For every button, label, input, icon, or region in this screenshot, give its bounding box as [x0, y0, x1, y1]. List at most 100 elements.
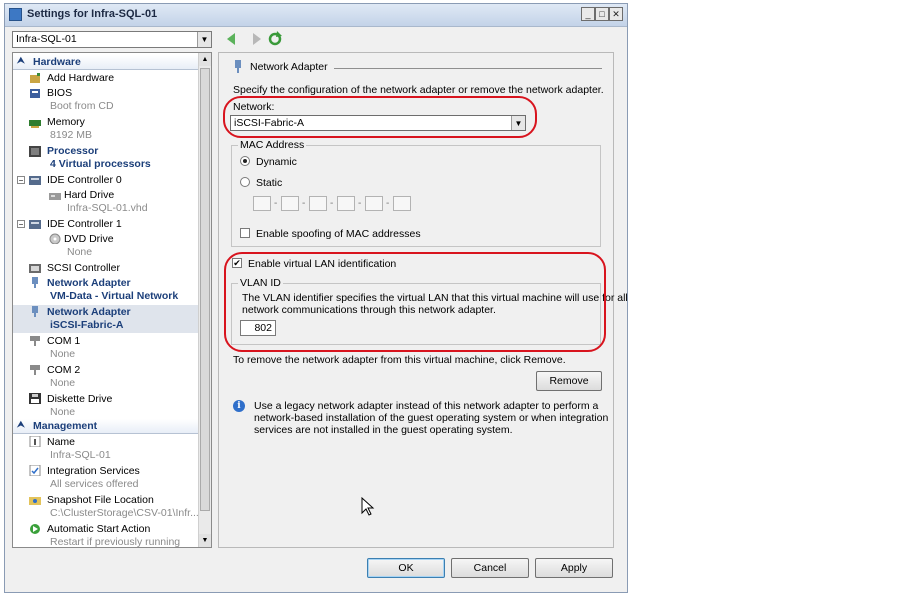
tree-item-ide-controller-1[interactable]: − IDE Controller 1	[13, 217, 199, 231]
title-bar: Settings for Infra-SQL-01 _ □ ✕	[5, 4, 627, 27]
tree-item-label: Integration Services	[47, 465, 140, 477]
tree-scrollbar[interactable]: ▲ ▼	[198, 53, 211, 547]
tree-item-label: Automatic Start Action	[47, 523, 151, 535]
scroll-up-icon[interactable]: ▲	[199, 53, 211, 66]
tree-item-label: Name	[47, 436, 76, 448]
tree-item-processor[interactable]: Processor 4 Virtual processors	[13, 144, 199, 172]
tree-item-diskette-drive[interactable]: Diskette Drive None	[13, 392, 199, 420]
vm-selector-dropdown[interactable]: Infra-SQL-01 ▼	[12, 31, 212, 48]
tree-item-network-adapter-1[interactable]: Network Adapter VM-Data - Virtual Networ…	[13, 276, 199, 304]
ok-button[interactable]: OK	[367, 558, 445, 578]
tree-item-detail: C:\ClusterStorage\CSV-01\Infr...	[50, 507, 199, 519]
forward-arrow-icon[interactable]	[253, 33, 261, 45]
tree-item-detail: Infra-SQL-01.vhd	[67, 202, 148, 214]
legacy-note-line-3: services are not installed in the guest …	[254, 424, 513, 436]
settings-tree[interactable]: ⮝ Hardware Add Hardware BIOS Boot from C…	[12, 52, 212, 548]
apply-button[interactable]: Apply	[535, 558, 613, 578]
tree-item-dvd-drive[interactable]: DVD Drive None	[13, 232, 199, 260]
mac-static-label: Static	[256, 177, 283, 189]
mac-octet-3	[309, 196, 327, 211]
tree-item-detail: None	[50, 348, 76, 360]
mac-octet-6	[393, 196, 411, 211]
tree-item-name[interactable]: Name Infra-SQL-01	[13, 435, 199, 463]
collapse-icon[interactable]: −	[17, 176, 25, 185]
ide-controller-icon	[29, 220, 41, 229]
network-adapter-icon	[235, 60, 241, 73]
tree-item-label: IDE Controller 0	[47, 174, 122, 186]
tree-item-detail: 4 Virtual processors	[50, 158, 151, 170]
tree-item-hard-drive[interactable]: Hard Drive Infra-SQL-01.vhd	[13, 188, 199, 216]
category-management[interactable]: ⮝ Management	[13, 419, 199, 434]
tree-item-label: IDE Controller 1	[47, 218, 122, 230]
tree-item-label: Hard Drive	[64, 189, 115, 201]
tree-item-label: Processor	[47, 145, 99, 157]
maximize-button[interactable]: □	[595, 7, 609, 21]
scsi-controller-icon	[29, 264, 41, 273]
mac-separator: -	[274, 198, 278, 209]
collapse-icon[interactable]: −	[17, 220, 25, 229]
collapse-icon[interactable]: ⮝	[17, 419, 25, 430]
start-action-icon	[30, 524, 40, 534]
category-hardware[interactable]: ⮝ Hardware	[13, 55, 199, 70]
bios-icon	[30, 89, 40, 98]
tree-item-com-2[interactable]: COM 2 None	[13, 363, 199, 391]
tree-item-label: BIOS	[47, 87, 73, 99]
tree-item-label: Add Hardware	[47, 72, 115, 84]
tree-item-detail: 8192 MB	[50, 129, 93, 141]
settings-app-icon	[9, 8, 22, 21]
tree-item-bios[interactable]: BIOS Boot from CD	[13, 86, 199, 114]
tree-item-automatic-start-action[interactable]: Automatic Start Action Restart if previo…	[13, 522, 199, 547]
mac-octet-1	[253, 196, 271, 211]
legacy-note-line-1: Use a legacy network adapter instead of …	[254, 400, 599, 412]
close-button[interactable]: ✕	[609, 7, 623, 21]
tree-item-ide-controller-0[interactable]: − IDE Controller 0	[13, 173, 199, 187]
processor-icon	[29, 146, 41, 157]
mac-static-radio[interactable]	[240, 177, 250, 187]
tree-item-add-hardware[interactable]: Add Hardware	[13, 71, 199, 85]
tree-item-label: Network Adapter	[47, 277, 131, 289]
scrollbar-thumb[interactable]	[200, 68, 210, 511]
category-management-label: Management	[33, 420, 98, 432]
category-hardware-label: Hardware	[33, 56, 81, 68]
tree-item-detail: Infra-SQL-01	[50, 449, 111, 461]
memory-icon	[29, 120, 41, 128]
vm-selector-value: Infra-SQL-01	[16, 33, 77, 45]
tree-item-label: DVD Drive	[64, 233, 114, 245]
tree-item-integration-services[interactable]: Integration Services All services offere…	[13, 464, 199, 492]
com-port-icon	[30, 336, 40, 346]
tree-item-detail: Boot from CD	[50, 100, 114, 112]
mac-separator: -	[302, 198, 306, 209]
mac-dynamic-radio[interactable]	[240, 156, 250, 166]
chevron-down-icon[interactable]: ▼	[197, 32, 211, 47]
info-icon: i	[233, 400, 245, 412]
cancel-button[interactable]: Cancel	[451, 558, 529, 578]
mac-spoofing-label: Enable spoofing of MAC addresses	[256, 228, 421, 240]
back-arrow-icon[interactable]	[227, 33, 235, 45]
tree-item-detail: All services offered	[50, 478, 139, 490]
refresh-icon[interactable]	[268, 31, 282, 46]
tree-item-com-1[interactable]: COM 1 None	[13, 334, 199, 362]
tree-item-label: Snapshot File Location	[47, 494, 154, 506]
window-title: Settings for Infra-SQL-01	[27, 8, 158, 20]
tree-item-snapshot-file-location[interactable]: Snapshot File Location C:\ClusterStorage…	[13, 493, 199, 521]
integration-services-icon	[29, 465, 41, 476]
dvd-drive-icon	[49, 233, 61, 244]
section-divider	[334, 68, 602, 69]
mac-octet-4	[337, 196, 355, 211]
mac-spoofing-checkbox[interactable]	[240, 228, 250, 238]
tree-item-label: Network Adapter	[47, 306, 131, 318]
mac-separator: -	[358, 198, 362, 209]
scroll-down-icon[interactable]: ▼	[199, 534, 211, 547]
navigation-toolbar	[225, 31, 285, 47]
tree-item-label: COM 2	[47, 364, 81, 376]
add-hardware-icon	[30, 73, 40, 83]
minimize-button[interactable]: _	[581, 7, 595, 21]
collapse-icon[interactable]: ⮝	[17, 55, 25, 66]
tree-item-network-adapter-2[interactable]: Network Adapter iSCSI-Fabric-A	[13, 305, 199, 333]
network-adapter-icon	[32, 277, 38, 288]
tree-item-label: Diskette Drive	[47, 393, 113, 405]
remove-button[interactable]: Remove	[536, 371, 602, 391]
tree-item-detail: iSCSI-Fabric-A	[50, 319, 124, 331]
tree-item-scsi-controller[interactable]: SCSI Controller	[13, 261, 199, 275]
tree-item-memory[interactable]: Memory 8192 MB	[13, 115, 199, 143]
